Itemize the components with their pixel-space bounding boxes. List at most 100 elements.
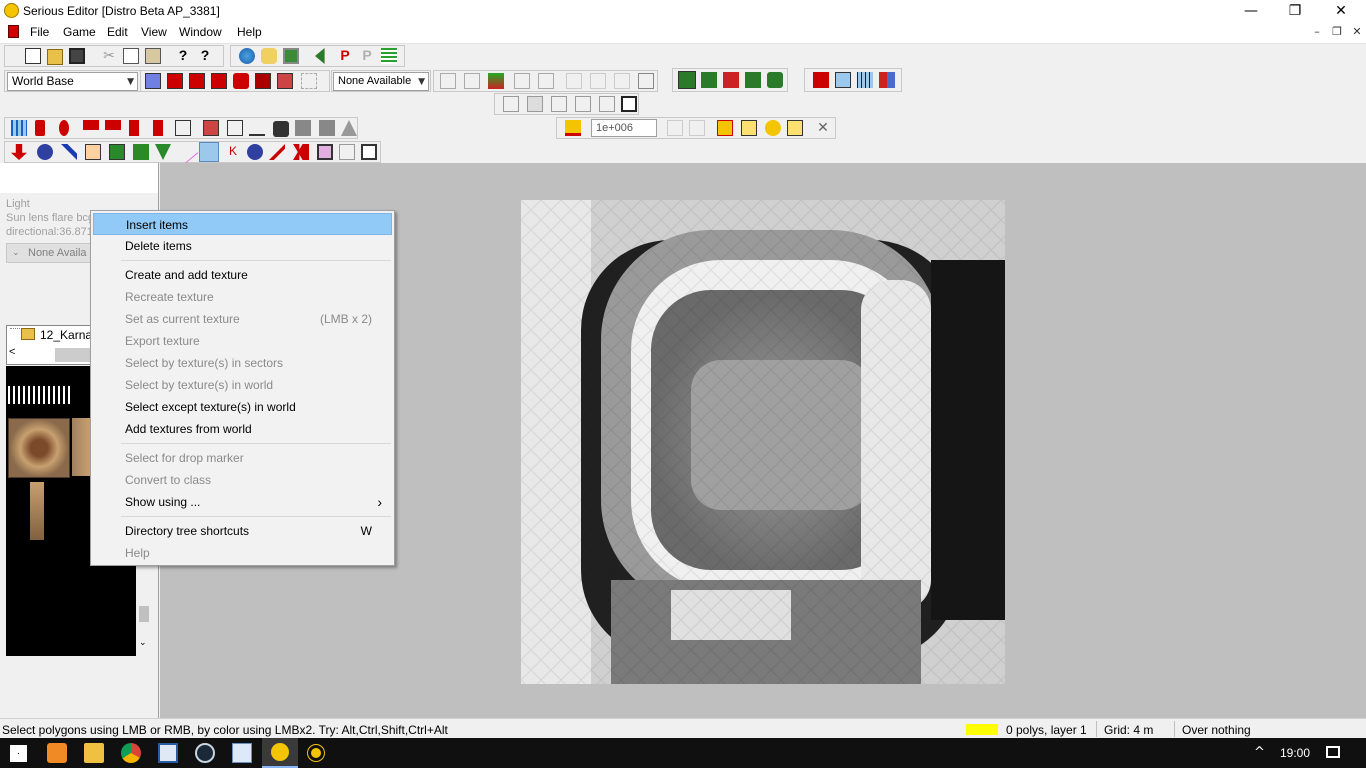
mode-globe-icon[interactable] bbox=[247, 144, 263, 160]
mode-check-icon[interactable] bbox=[269, 144, 285, 160]
drop-arrow-icon[interactable] bbox=[11, 144, 27, 160]
layer-combo[interactable]: None Available ▼ bbox=[333, 72, 429, 91]
view-front-icon[interactable] bbox=[503, 96, 519, 112]
box-light-icon[interactable] bbox=[787, 120, 803, 136]
mode-tree-icon[interactable] bbox=[85, 144, 101, 160]
cube-light-icon[interactable] bbox=[741, 120, 757, 136]
entity-red-icon[interactable] bbox=[35, 120, 45, 136]
view-side-icon[interactable] bbox=[551, 96, 567, 112]
menu-select-by-texture-sectors[interactable]: Select by texture(s) in sectors bbox=[93, 352, 392, 374]
mode-mirror-icon[interactable] bbox=[293, 144, 309, 160]
save-icon[interactable] bbox=[69, 48, 85, 64]
menu-export-texture[interactable]: Export texture bbox=[93, 330, 392, 352]
close-button[interactable]: ✕ bbox=[1318, 0, 1364, 22]
menu-edit[interactable]: Edit bbox=[107, 25, 128, 39]
menu-create-add-texture[interactable]: Create and add texture bbox=[93, 264, 392, 286]
scissors-icon[interactable] bbox=[638, 73, 654, 89]
csg-split-icon[interactable] bbox=[211, 73, 227, 89]
scroll-left-icon[interactable]: < bbox=[9, 346, 15, 358]
clock[interactable]: 19:00 bbox=[1280, 746, 1310, 760]
tray-chevron-icon[interactable]: ^ bbox=[1254, 745, 1265, 760]
editor-tool-icon[interactable] bbox=[158, 743, 178, 763]
entity-icon[interactable] bbox=[813, 72, 829, 88]
hieroglyph-texture-thumb[interactable] bbox=[8, 386, 72, 404]
serious-sam-2-icon[interactable] bbox=[308, 745, 324, 761]
file-explorer-icon[interactable] bbox=[84, 743, 104, 763]
play-p-icon[interactable]: P bbox=[337, 47, 353, 63]
paste-icon[interactable] bbox=[145, 48, 161, 64]
snap-icon[interactable] bbox=[614, 73, 630, 89]
swap-icon[interactable] bbox=[488, 73, 504, 89]
context-help-icon[interactable]: ? bbox=[197, 47, 213, 63]
menu-game[interactable]: Game bbox=[63, 25, 96, 39]
menu-add-textures-from-world[interactable]: Add textures from world bbox=[93, 418, 392, 440]
entity-link-icon[interactable] bbox=[129, 120, 139, 136]
grid-snap-icon[interactable] bbox=[835, 72, 851, 88]
grid-icon[interactable] bbox=[857, 72, 873, 88]
primitive-icon[interactable] bbox=[145, 73, 161, 89]
open-folder-icon[interactable] bbox=[47, 49, 63, 65]
shrink-icon[interactable] bbox=[689, 120, 705, 136]
vertical-scrollbar-thumb[interactable] bbox=[139, 606, 149, 622]
mdi-restore-button[interactable]: ❐ bbox=[1330, 25, 1344, 39]
mode-cube3-icon[interactable] bbox=[361, 144, 377, 160]
menu-delete-items[interactable]: Delete items bbox=[93, 235, 392, 257]
mdi-minimize-button[interactable]: – bbox=[1310, 25, 1324, 39]
minimize-button[interactable]: — bbox=[1228, 0, 1274, 22]
view-top-icon[interactable] bbox=[575, 96, 591, 112]
chrome-icon[interactable] bbox=[121, 743, 141, 763]
view-window-icon[interactable] bbox=[621, 96, 637, 112]
models-icon[interactable] bbox=[261, 48, 277, 64]
menu-help[interactable]: Help bbox=[237, 25, 262, 39]
statue-texture-thumb[interactable] bbox=[30, 482, 44, 540]
menu-help[interactable]: Help bbox=[93, 542, 392, 564]
menu-show-using[interactable]: Show using ... › bbox=[93, 491, 392, 513]
view-back-icon[interactable] bbox=[527, 96, 543, 112]
entity-copy-icon[interactable] bbox=[203, 120, 219, 136]
select-all-icon[interactable] bbox=[464, 73, 480, 89]
mode-grid-green-icon[interactable] bbox=[133, 144, 149, 160]
mode-cross-icon[interactable] bbox=[61, 144, 77, 160]
notepad-icon[interactable] bbox=[232, 743, 252, 763]
image-1-icon[interactable] bbox=[295, 120, 311, 136]
menu-select-for-drop-marker[interactable]: Select for drop marker bbox=[93, 447, 392, 469]
mode-green-icon[interactable] bbox=[109, 144, 125, 160]
list-icon[interactable] bbox=[381, 48, 397, 64]
spread-icon[interactable] bbox=[667, 120, 683, 136]
csg-cancel-icon[interactable] bbox=[301, 73, 317, 89]
csg-subtract-icon[interactable] bbox=[189, 73, 205, 89]
mode-sphere-icon[interactable] bbox=[37, 144, 53, 160]
help-icon[interactable]: ? bbox=[175, 47, 191, 63]
menu-file[interactable]: File bbox=[30, 25, 49, 39]
menu-insert-items[interactable]: Insert items bbox=[93, 213, 392, 235]
serious-editor-task[interactable] bbox=[262, 738, 298, 768]
mode-cube-icon[interactable] bbox=[317, 144, 333, 160]
menu-set-current-texture[interactable]: Set as current texture (LMB x 2) bbox=[93, 308, 392, 330]
mode-k-icon[interactable]: K bbox=[225, 144, 241, 160]
entity-box-icon[interactable] bbox=[175, 120, 191, 136]
sound-icon[interactable] bbox=[315, 48, 325, 64]
menu-window[interactable]: Window bbox=[179, 25, 222, 39]
brush-icon[interactable] bbox=[514, 73, 530, 89]
entity-tool-icon[interactable] bbox=[227, 120, 243, 136]
mode-cube2-icon[interactable] bbox=[339, 144, 355, 160]
color-grid-icon[interactable] bbox=[879, 72, 895, 88]
shaded-view-icon[interactable] bbox=[767, 72, 783, 88]
mode-line-pink-icon[interactable] bbox=[175, 140, 199, 164]
play-p-disabled-icon[interactable]: P bbox=[359, 47, 375, 63]
notification-icon[interactable] bbox=[1326, 746, 1340, 758]
texture-browser-icon[interactable] bbox=[283, 48, 299, 64]
windows-start-icon[interactable] bbox=[10, 745, 27, 762]
csg-clone-icon[interactable] bbox=[277, 73, 293, 89]
menu-view[interactable]: View bbox=[141, 25, 167, 39]
horizontal-scrollbar-thumb[interactable] bbox=[55, 348, 91, 362]
menu-select-except-texture[interactable]: Select except texture(s) in world bbox=[93, 396, 392, 418]
texture-thumb-2[interactable] bbox=[72, 418, 90, 476]
camera-icon[interactable] bbox=[273, 121, 289, 137]
pharaoh-texture-thumb[interactable] bbox=[8, 418, 70, 478]
entity-marker-icon[interactable] bbox=[59, 120, 69, 136]
mode-tree2-icon[interactable] bbox=[155, 144, 171, 160]
property-combo[interactable]: ⌄ None Availa bbox=[6, 243, 96, 263]
document-icon[interactable] bbox=[8, 25, 19, 38]
measure-icon[interactable] bbox=[590, 73, 606, 89]
